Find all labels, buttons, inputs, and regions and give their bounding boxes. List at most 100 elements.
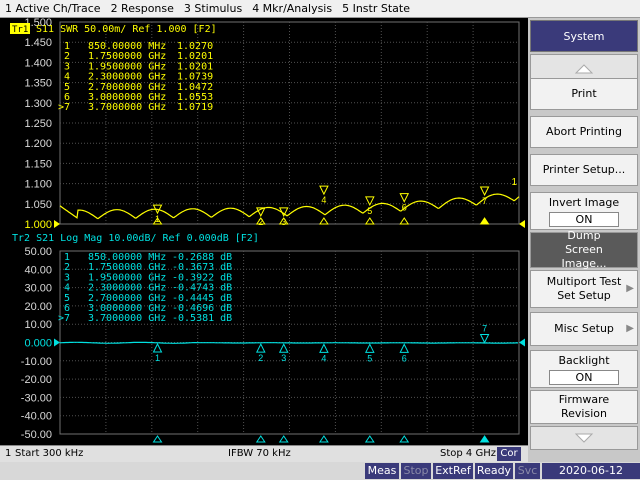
plot1-y-tick-label: 1.250 — [24, 118, 52, 130]
plot2-y-tick-label: -40.00 — [21, 411, 52, 423]
menu-instr-state[interactable]: 5 Instr State — [337, 2, 415, 15]
trace1-marker-freq: 3.7000000 GHz — [88, 102, 166, 113]
plot1-y-tick-label: 1.100 — [24, 179, 52, 191]
softkey-panel: System Print Abort Printing Printer Setu… — [528, 18, 640, 462]
trace2-marker-axis-indicator — [399, 435, 410, 443]
backlight-button[interactable]: Backlight ON — [530, 350, 638, 388]
invert-image-button[interactable]: Invert Image ON — [530, 192, 638, 230]
trace1-marker-axis-indicator — [364, 217, 375, 225]
trace2-marker-triangle — [365, 343, 375, 353]
misc-setup-label: Misc Setup — [554, 322, 614, 335]
channel-number: 1 — [5, 448, 12, 459]
plot2-y-tick-label: 50.00 — [24, 246, 52, 258]
trace1-marker-number: 1 — [155, 214, 160, 224]
trace2-line — [59, 341, 518, 344]
abort-printing-button[interactable]: Abort Printing — [530, 116, 638, 148]
trace2-marker-number: 7 — [482, 323, 487, 333]
softkey-title: System — [530, 20, 638, 52]
plot2-y-tick-label: 40.00 — [24, 264, 52, 276]
plot2-y-tick-label: -30.00 — [21, 392, 52, 404]
plot1-y-tick-label: 1.450 — [24, 37, 52, 49]
trace2-marker-triangle — [278, 343, 289, 353]
plot1-y-tick-label: 1.200 — [24, 138, 52, 150]
trace2-ref-arrow-right — [519, 338, 525, 347]
trace2-header: Tr2 S21 Log Mag 10.00dB/ Ref 0.000dB [F2… — [12, 233, 259, 244]
trace1-header: S11 SWR 50.00m/ Ref 1.000 [F2] — [36, 24, 217, 35]
trace2-marker-number: 1 — [155, 353, 160, 363]
trace1-marker-number: 7 — [482, 196, 487, 206]
trace2-marker-value: -0.5381 dB — [172, 313, 232, 324]
trace1-marker-axis-indicator — [479, 217, 490, 225]
menu-mkr-analysis[interactable]: 4 Mkr/Analysis — [247, 2, 337, 15]
trace1-label: Tr1 — [12, 25, 28, 35]
plot-area[interactable]: 1.5001.4501.4001.3501.3001.2501.2001.150… — [0, 18, 528, 445]
firmware-revision-button[interactable]: Firmware Revision — [530, 390, 638, 424]
plot2-y-tick-label: 0.000 — [24, 338, 52, 350]
misc-setup-button[interactable]: Misc Setup ▶ — [530, 312, 638, 346]
plot1-y-tick-label: 1.150 — [24, 158, 52, 170]
scroll-down-button[interactable] — [530, 426, 638, 450]
trace1-ref-arrow-right — [519, 220, 525, 228]
trace2-marker-number: 5 — [367, 353, 372, 363]
printer-setup-label: Printer Setup... — [542, 163, 626, 176]
status-datetime: 2020-06-12 19:49 — [542, 463, 640, 479]
trace1-marker-number: 4 — [321, 195, 326, 205]
print-label: Print — [571, 87, 597, 100]
plot1-y-tick-label: 1.400 — [24, 57, 52, 69]
chevron-up-icon — [574, 64, 594, 74]
channel-status-bar: 1 Start 300 kHz IFBW 70 kHz Stop 4 GHz C… — [0, 445, 528, 462]
plot2-y-tick-label: -20.00 — [21, 374, 52, 386]
trace2-marker-axis-indicator — [152, 435, 163, 443]
status-ready: Ready — [475, 463, 513, 479]
menu-stimulus[interactable]: 3 Stimulus — [179, 2, 247, 15]
trace2-ref-arrow-left — [54, 338, 60, 347]
abort-printing-label: Abort Printing — [546, 125, 622, 138]
instrument-status-bar: Meas Stop ExtRef Ready Svc 2020-06-12 19… — [0, 462, 640, 480]
measurement-screen: 1.500 1.450 1.400 1.350 1.300 1.250 1.200 1.150… — [0, 18, 528, 445]
ifbw: IFBW 70 kHz — [228, 448, 291, 459]
chevron-right-icon: ▶ — [626, 283, 634, 294]
plot2-y-tick-label: -50.00 — [21, 429, 52, 441]
trace1-marker-value: 1.0719 — [177, 102, 213, 113]
status-svc: Svc — [515, 463, 540, 479]
trace1-marker-axis-indicator — [318, 217, 329, 225]
status-meas: Meas — [365, 463, 399, 479]
plot2-y-tick-label: 10.00 — [24, 319, 52, 331]
print-button[interactable]: Print — [530, 78, 638, 110]
trace2-marker-number: 3 — [281, 353, 286, 363]
plot1-y-tick-label: 1.000 — [24, 219, 52, 231]
trace1-marker-triangle — [399, 193, 410, 203]
trace2-marker-triangle — [319, 343, 329, 353]
menu-response[interactable]: 2 Response — [106, 2, 179, 15]
plot1-y-tick-label: 1.050 — [24, 199, 52, 211]
firmware-revision-label: Firmware Revision — [558, 393, 610, 420]
trace2-marker-axis-indicator — [318, 435, 329, 443]
backlight-label: Backlight — [558, 353, 610, 367]
plot1-y-tick-label: 1.350 — [24, 78, 52, 90]
invert-image-label: Invert Image — [548, 195, 620, 209]
trace1-end-marker: 1 — [511, 177, 517, 188]
sweep-start: Start 300 kHz — [15, 448, 84, 459]
plot2-y-tick-label: -10.00 — [21, 356, 52, 368]
trace2-marker-triangle — [399, 343, 410, 353]
multiport-test-set-setup-button[interactable]: Multiport Test Set Setup ▶ — [530, 270, 638, 308]
trace2-marker-number: 4 — [321, 353, 326, 363]
menu-bar: 1 Active Ch/Trace 2 Response 3 Stimulus … — [0, 0, 640, 18]
trace2-marker-freq: 3.7000000 GHz — [88, 313, 166, 324]
dump-screen-image-button[interactable]: Dump Screen Image... — [530, 229, 638, 270]
trace2-marker-triangle — [152, 342, 163, 353]
plot2-y-tick-label: 20.00 — [24, 301, 52, 313]
correction-badge: Cor — [497, 447, 521, 461]
backlight-state: ON — [549, 369, 619, 385]
trace2-marker-number: 6 — [402, 353, 407, 363]
dump-screen-image-label: Dump Screen Image... — [561, 229, 607, 270]
chevron-down-icon — [574, 433, 594, 443]
trace1-ref-arrow-left — [54, 220, 60, 228]
trace2-marker-id: >7 — [58, 313, 70, 324]
trace1-marker-number: 5 — [367, 206, 372, 216]
printer-setup-button[interactable]: Printer Setup... — [530, 154, 638, 186]
chevron-right-icon: ▶ — [626, 323, 634, 334]
multiport-test-set-setup-label: Multiport Test Set Setup — [546, 275, 622, 302]
trace2-marker-triangle — [479, 333, 490, 344]
menu-active-ch-trace[interactable]: 1 Active Ch/Trace — [0, 2, 106, 15]
